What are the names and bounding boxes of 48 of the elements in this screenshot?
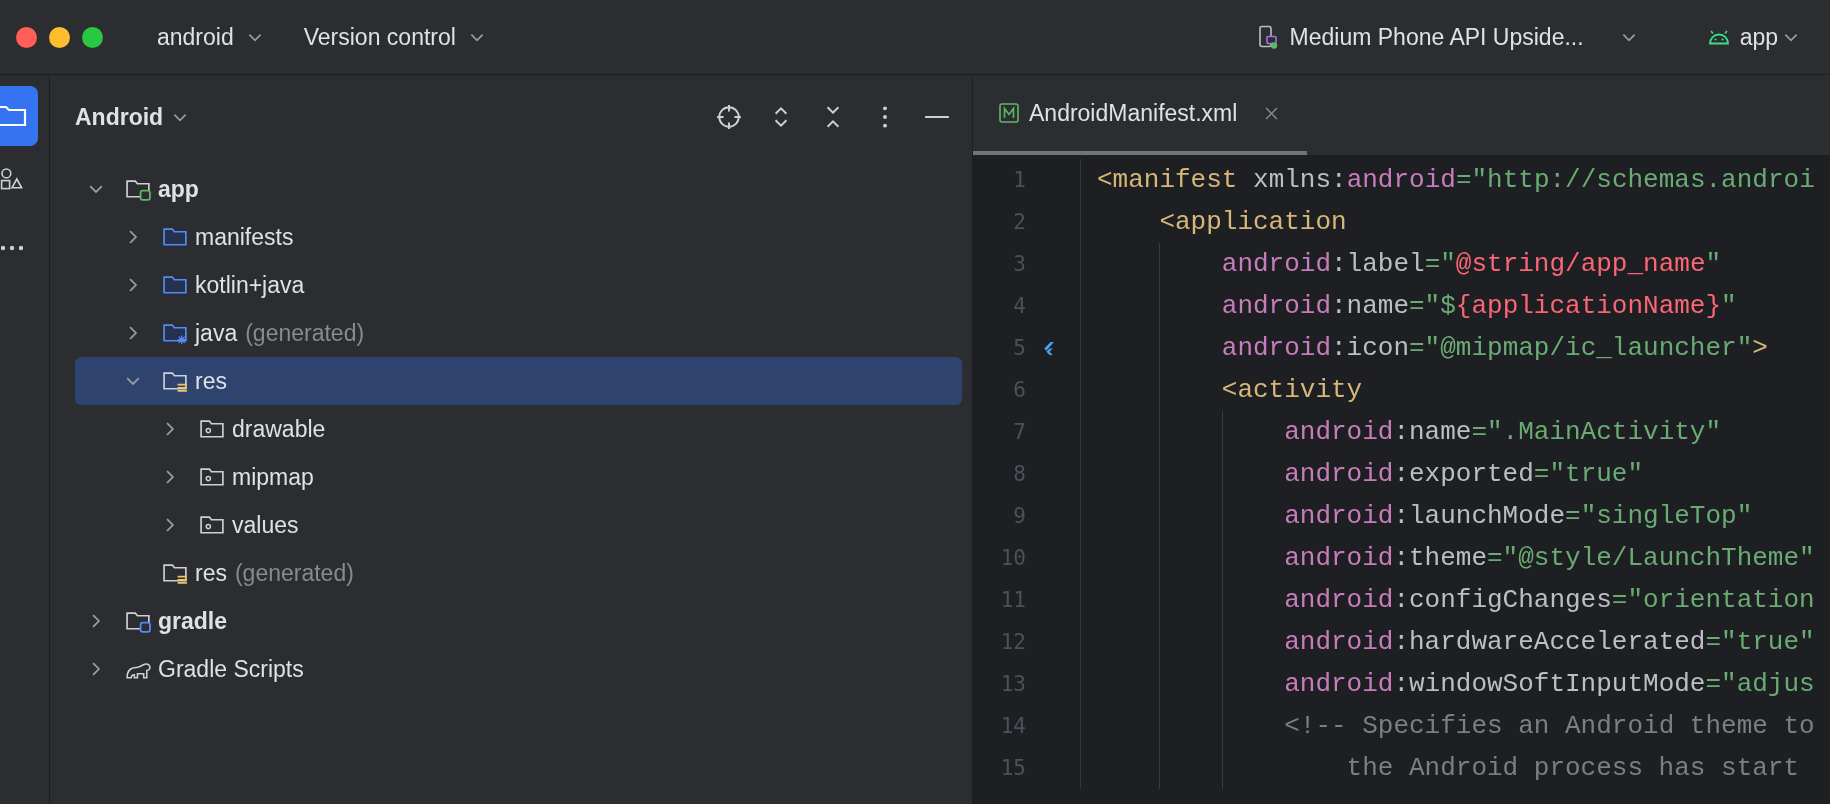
shapes-icon[interactable] xyxy=(0,166,24,192)
code-line: android:name=".MainActivity" xyxy=(1284,417,1722,447)
code-line: android:hardwareAccelerated="true" xyxy=(1284,627,1815,657)
tree-item[interactable]: app xyxy=(75,165,962,213)
device-selector[interactable]: Medium Phone API Upside... xyxy=(1279,17,1646,57)
zoom-window-button[interactable] xyxy=(82,26,103,48)
code-line: android:exported="true" xyxy=(1284,459,1644,489)
code-line: android:name="${applicationName}" xyxy=(1221,291,1737,321)
tree-item[interactable]: gradle xyxy=(75,597,962,645)
project-selector[interactable]: android xyxy=(147,17,272,57)
chevron-down-icon xyxy=(469,32,484,42)
code-line: android:windowSoftInputMode="adjus xyxy=(1284,669,1815,699)
manifest-file-icon xyxy=(999,103,1019,123)
close-tab-icon[interactable] xyxy=(1265,106,1279,120)
tree-item[interactable]: res (generated) xyxy=(75,549,962,597)
tree-item[interactable]: drawable xyxy=(75,405,962,453)
chevron-down-icon xyxy=(1621,32,1636,42)
vcs-selector[interactable]: Version control xyxy=(293,17,494,57)
locate-icon[interactable] xyxy=(716,104,742,130)
code-line: <application xyxy=(1159,207,1347,237)
code-line: <!-- Specifies an Android theme to xyxy=(1284,711,1815,741)
device-icon xyxy=(1257,24,1278,50)
project-tool-button[interactable] xyxy=(0,86,38,146)
gutter-marker-icon[interactable] xyxy=(1042,340,1055,356)
minimize-window-button[interactable] xyxy=(49,26,70,48)
code-line: android:configChanges="orientation xyxy=(1284,585,1815,615)
run-config-selector[interactable]: app xyxy=(1729,17,1808,57)
code-line: android:launchMode="singleTop" xyxy=(1284,501,1753,531)
code-line: <manifest xmlns:android="http://schemas.androi xyxy=(1097,165,1815,195)
tree-item[interactable]: kotlin+java xyxy=(75,261,962,309)
tree-item[interactable]: mipmap xyxy=(75,453,962,501)
tree-item[interactable]: java (generated) xyxy=(75,309,962,357)
chevron-down-icon xyxy=(173,112,188,122)
tree-item[interactable]: manifests xyxy=(75,213,962,261)
tree-item[interactable]: res xyxy=(75,357,962,405)
tree-item[interactable]: values xyxy=(75,501,962,549)
code-line: android:label="@string/app_name" xyxy=(1221,249,1722,279)
more-icon[interactable] xyxy=(0,245,24,251)
code-line: <activity xyxy=(1221,375,1363,405)
view-selector[interactable]: Android xyxy=(75,103,188,131)
chevron-down-icon xyxy=(1784,32,1798,42)
close-window-button[interactable] xyxy=(16,26,37,48)
code-line: android:theme="@style/LaunchTheme" xyxy=(1284,543,1815,573)
code-line: the Android process has start xyxy=(1346,753,1800,783)
code-line: android:icon="@mipmap/ic_launcher"> xyxy=(1221,333,1768,363)
tree-item[interactable]: Gradle Scripts xyxy=(75,645,962,693)
chevron-down-icon xyxy=(247,32,262,42)
android-icon xyxy=(1707,29,1730,45)
